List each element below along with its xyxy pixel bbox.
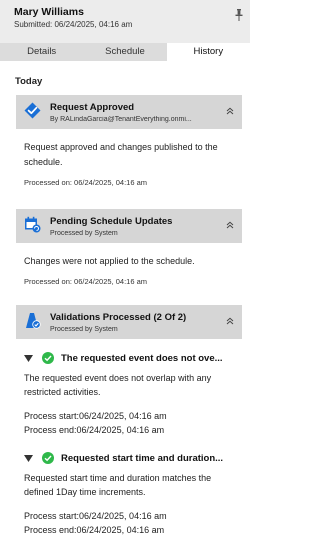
submitted-date: Submitted: 06/24/2025, 04:16 am [14, 20, 133, 29]
card-title: Pending Schedule Updates [50, 216, 173, 227]
check-badge-icon [24, 102, 41, 119]
card-byline: By RALindaGarcia@TenantEverything.onmi..… [50, 116, 192, 123]
card-body: Request approved and changes published t… [24, 129, 242, 209]
validation-item-header[interactable]: The requested event does not ove... [24, 348, 242, 370]
success-check-icon [42, 452, 54, 464]
validation-item: The requested event does not ove... The … [24, 348, 242, 437]
validation-item-message: Requested start time and duration matche… [24, 473, 212, 497]
chevron-up-icon[interactable] [226, 107, 234, 115]
card-header-pending-updates[interactable]: Pending Schedule Updates Processed by Sy… [16, 209, 242, 243]
validation-item-message: The requested event does not overlap wit… [24, 373, 212, 397]
tab-details[interactable]: Details [0, 43, 83, 61]
process-end: Process end:06/24/2025, 04:16 am [24, 525, 165, 535]
card-title: Request Approved [50, 102, 135, 113]
validation-item-header[interactable]: Requested start time and duration... [24, 448, 242, 470]
card-message: Changes were not applied to the schedule… [24, 256, 195, 266]
chevron-up-icon[interactable] [226, 317, 234, 325]
success-check-icon [42, 352, 54, 364]
tab-bar: Details Schedule History [0, 43, 250, 61]
tab-history[interactable]: History [166, 43, 250, 61]
card-header-validations[interactable]: Validations Processed (2 Of 2) Processed… [16, 305, 242, 339]
pin-icon[interactable] [234, 9, 244, 21]
process-end: Process end:06/24/2025, 04:16 am [24, 425, 165, 435]
validation-item-title: The requested event does not ove... [61, 353, 223, 364]
collapse-caret-icon[interactable] [24, 355, 33, 362]
collapse-caret-icon[interactable] [24, 455, 33, 462]
tab-schedule[interactable]: Schedule [83, 43, 166, 61]
validation-icon [26, 313, 41, 329]
request-header: Mary Williams Submitted: 06/24/2025, 04:… [0, 0, 250, 43]
requester-name: Mary Williams [14, 6, 84, 18]
processed-on: Processed on: 06/24/2025, 04:16 am [24, 277, 148, 286]
section-today: Today [15, 76, 43, 87]
validation-item-times: Process start:06/24/2025, 04:16 am Proce… [24, 509, 242, 537]
processed-on: Processed on: 06/24/2025, 04:16 am [24, 178, 148, 187]
card-byline: Processed by System [50, 326, 118, 333]
card-byline: Processed by System [50, 230, 118, 237]
validation-item: Requested start time and duration... Req… [24, 448, 242, 537]
process-start: Process start:06/24/2025, 04:16 am [24, 511, 167, 521]
process-start: Process start:06/24/2025, 04:16 am [24, 411, 167, 421]
card-body: Changes were not applied to the schedule… [24, 243, 242, 305]
card-title: Validations Processed (2 Of 2) [50, 312, 187, 323]
chevron-up-icon[interactable] [226, 221, 234, 229]
validation-item-title: Requested start time and duration... [61, 453, 224, 464]
calendar-sync-icon [25, 216, 41, 233]
validation-item-times: Process start:06/24/2025, 04:16 am Proce… [24, 409, 242, 437]
card-header-request-approved[interactable]: Request Approved By RALindaGarcia@Tenant… [16, 95, 242, 129]
card-message: Request approved and changes published t… [24, 142, 218, 167]
